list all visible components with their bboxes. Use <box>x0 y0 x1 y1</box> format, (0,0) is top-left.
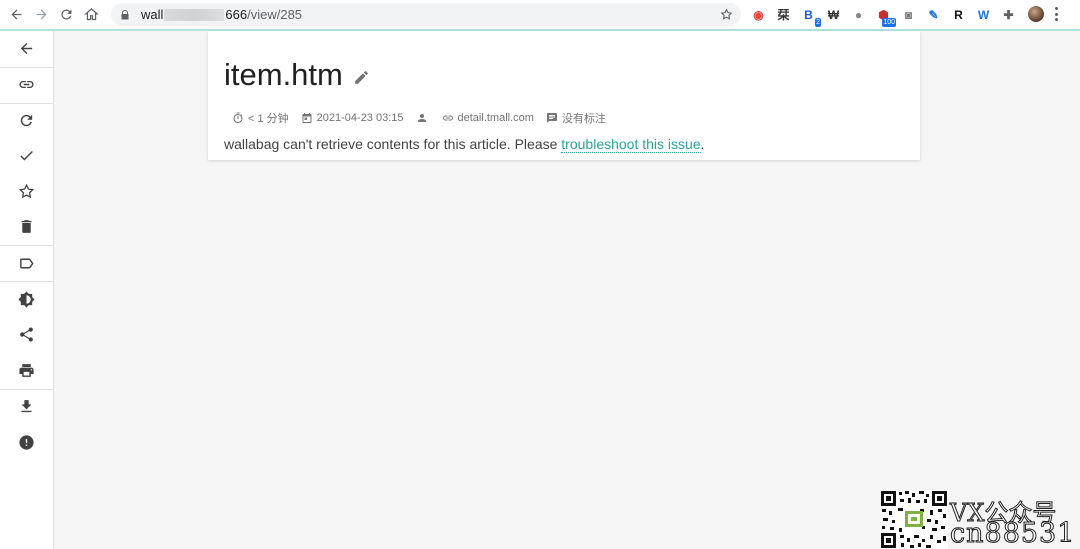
pencil-icon[interactable] <box>353 69 370 86</box>
brightness-icon <box>18 291 35 308</box>
url-redacted <box>164 8 225 21</box>
add-tag-button[interactable] <box>0 246 53 281</box>
forward-button[interactable] <box>29 0 54 29</box>
tag-icon <box>20 258 34 269</box>
annotations-text: 没有标注 <box>561 113 606 125</box>
delete-button[interactable] <box>0 209 53 244</box>
extension-badge: 100 <box>882 18 896 27</box>
reading-time: < 1 分钟 <box>232 110 289 126</box>
camera-ext-icon-glyph: ◙ <box>904 7 913 22</box>
mark-read-button[interactable] <box>0 138 53 173</box>
blue-pen-ext-icon-glyph: ✎ <box>928 7 939 22</box>
reload-icon <box>61 9 72 20</box>
url-host-end: 666 <box>225 7 248 22</box>
home-button[interactable] <box>79 0 104 29</box>
extension-badge: 2 <box>815 18 821 27</box>
url-host-start: wall <box>141 7 164 22</box>
address-bar[interactable]: wall 666 /view/285 <box>111 3 741 26</box>
reload-button[interactable] <box>54 0 79 29</box>
article-title: item.htm <box>224 57 343 92</box>
link-icon <box>442 115 453 121</box>
extensions-puzzle-icon[interactable]: ✚ <box>1000 6 1017 23</box>
w-blue-ext-icon-glyph: W <box>977 7 990 22</box>
chinese-ext-icon-glyph: 栞 <box>777 8 790 22</box>
chinese-ext-icon[interactable]: 栞 <box>775 6 792 23</box>
content-suffix: . <box>700 136 705 152</box>
camera-ext-icon[interactable]: ◙ <box>900 6 917 23</box>
created-date: 2021-04-23 03:15 <box>301 112 404 124</box>
refresh-icon <box>20 114 33 127</box>
report-problem-button[interactable] <box>0 425 53 460</box>
source-domain-text: detail.tmall.com <box>457 112 534 124</box>
troubleshoot-link[interactable]: troubleshoot this issue <box>561 136 701 153</box>
print-button[interactable] <box>0 353 53 388</box>
w-blue-ext-icon[interactable]: W <box>975 6 992 23</box>
color-wheel-ext-icon[interactable]: ◉ <box>750 6 767 23</box>
lock-icon <box>121 9 129 19</box>
blue-pen-ext-icon[interactable]: ✎ <box>925 6 942 23</box>
timer-icon <box>233 112 243 124</box>
link-icon <box>19 80 34 89</box>
back-button[interactable] <box>4 0 29 29</box>
comment-icon <box>546 113 557 123</box>
person-icon <box>417 114 426 122</box>
r-ext-icon-glyph: R <box>954 7 963 22</box>
title-row: item.htm <box>224 57 370 93</box>
puzzle-leaf-ext-icon-glyph: ● <box>854 7 863 22</box>
download-button[interactable] <box>0 389 53 424</box>
url-text: wall 666 /view/285 <box>141 7 302 22</box>
original-link-button[interactable] <box>0 67 53 102</box>
home-icon <box>84 8 99 21</box>
created-date-text: 2021-04-23 03:15 <box>316 112 404 124</box>
watermark: VX公众号 cn88531 <box>880 490 1080 549</box>
author <box>416 112 432 124</box>
w-ext-icon-glyph: ₩ <box>827 7 840 22</box>
r-ext-icon[interactable]: R <box>950 6 967 23</box>
download-icon <box>21 400 32 413</box>
favorite-button[interactable] <box>0 174 53 209</box>
extensions-puzzle-icon-glyph: ✚ <box>1003 7 1014 22</box>
color-wheel-ext-icon-glyph: ◉ <box>753 7 764 22</box>
article-sidebar <box>0 31 54 549</box>
refetch-button[interactable] <box>0 103 53 138</box>
bitwarden-ext-icon[interactable]: B2 <box>800 6 821 27</box>
printer-icon <box>19 364 34 377</box>
browser-toolbar: wall 666 /view/285 ◉ 栞 B 2 ₩ ● ⬢ 100 ◙ ✎ R W ✚ <box>0 0 1080 29</box>
extensions-bar: ◉ 栞 B 2 ₩ ● ⬢ 100 ◙ ✎ R W ✚ <box>750 4 1025 27</box>
share-button[interactable] <box>0 317 53 352</box>
back-to-list-button[interactable] <box>0 31 53 66</box>
ublock-ext-icon[interactable]: ⬢ 100 <box>875 6 896 27</box>
content-message: wallabag can't retrieve contents for thi… <box>224 136 562 152</box>
qr-code-image <box>880 490 948 549</box>
arrow-left-icon <box>20 42 33 55</box>
puzzle-leaf-ext-icon[interactable]: ● <box>850 6 867 23</box>
theme-toggle-button[interactable] <box>0 282 53 317</box>
article-content: wallabag can't retrieve contents for thi… <box>224 136 705 153</box>
watermark-line2: cn88531 <box>949 518 1076 549</box>
check-icon <box>20 150 33 161</box>
annotations-count: 没有标注 <box>546 110 606 126</box>
browser-menu-icon[interactable] <box>1054 7 1058 21</box>
calendar-icon <box>302 113 312 123</box>
arrow-left-icon <box>11 9 22 20</box>
url-path: /view/285 <box>247 7 303 22</box>
bookmark-star-icon[interactable] <box>720 8 733 21</box>
trash-icon <box>21 220 32 233</box>
article-card: item.htm < 1 分钟 2021-04-23 03:15 detail.… <box>208 31 920 160</box>
reading-time-text: < 1 分钟 <box>248 113 289 125</box>
alert-circle-icon <box>19 435 34 450</box>
share-icon <box>20 327 33 342</box>
arrow-right-icon <box>36 9 47 20</box>
w-ext-icon[interactable]: ₩ <box>825 6 842 23</box>
source-domain[interactable]: detail.tmall.com <box>442 112 534 124</box>
star-icon <box>18 183 35 199</box>
article-meta: < 1 分钟 2021-04-23 03:15 detail.tmall.com… <box>232 110 618 126</box>
bitwarden-ext-icon-glyph: B <box>804 7 813 22</box>
profile-avatar[interactable] <box>1028 6 1044 22</box>
